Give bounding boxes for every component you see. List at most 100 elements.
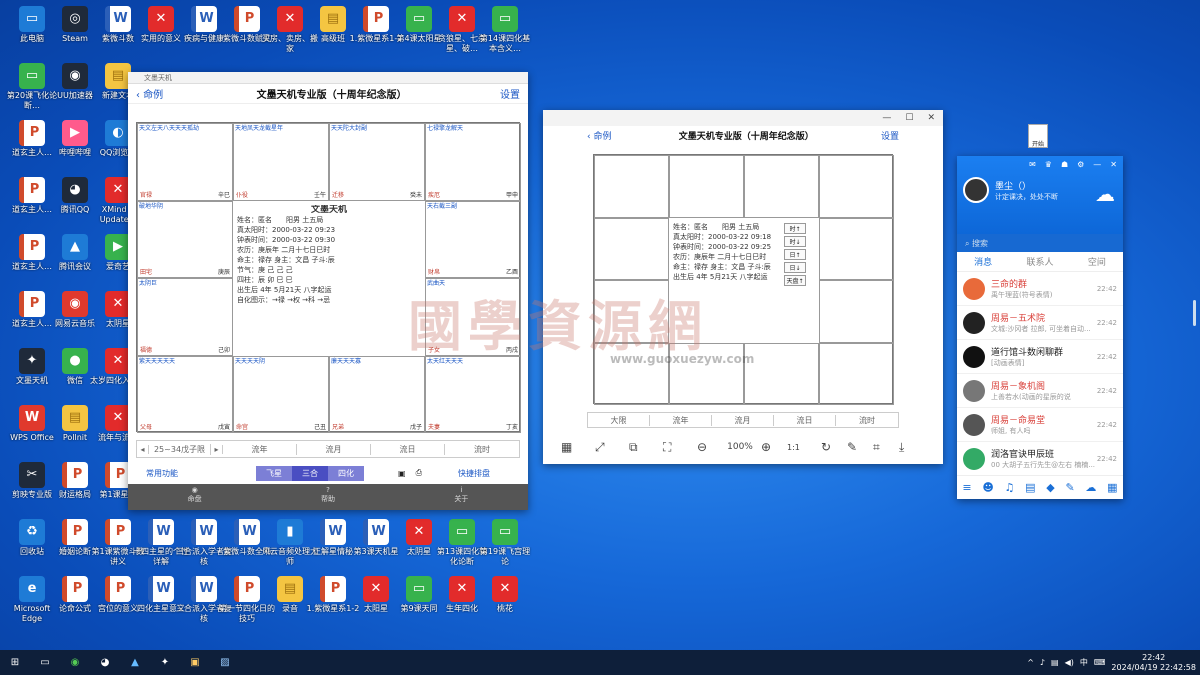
quick-chart-button[interactable]: 快捷排盘	[458, 468, 490, 479]
win2-chart-grid[interactable]: 姓名：匿名 阳男 土五局 真太阳时：2000-03-22 09:18 钟表时间：20…	[593, 154, 894, 405]
taskview-icon[interactable]: ▭	[34, 654, 56, 672]
palace-cell[interactable]	[819, 342, 894, 405]
windows-start-icon[interactable]: ⊞	[4, 654, 26, 672]
tab-sihua[interactable]: 四化	[328, 465, 364, 481]
settings-button[interactable]: 设置	[500, 86, 520, 101]
tab-messages[interactable]: 消息	[974, 255, 992, 268]
avatar[interactable]	[963, 177, 989, 203]
nav-help[interactable]: ? 帮助	[321, 484, 335, 510]
game-icon[interactable]: ◆	[1046, 481, 1054, 494]
palace-cell[interactable]	[819, 280, 894, 343]
photos-taskbar-icon[interactable]: ▣	[184, 654, 206, 672]
win2-back-button[interactable]: ‹ 命例	[587, 129, 611, 142]
back-button[interactable]: ‹ 命例	[136, 86, 163, 101]
time-adjust-button[interactable]: 时↓	[784, 236, 806, 247]
mini-start-button[interactable]: 开始	[1028, 124, 1048, 148]
chat-list-item[interactable]: 道行馆斗数闲聊群 [动画表情] 22:42	[957, 340, 1123, 374]
weather-icon[interactable]: ☁	[1095, 182, 1115, 206]
desktop-icon[interactable]: ✕ 桃花	[477, 576, 533, 614]
scroll-handle[interactable]	[1193, 300, 1196, 326]
save-icon[interactable]: ▣	[398, 469, 406, 478]
rotate-icon[interactable]: ↻	[821, 440, 847, 454]
shirt-icon[interactable]: ☗	[1061, 160, 1068, 169]
qq-close-icon[interactable]: ✕	[1110, 160, 1117, 169]
qq-taskbar-icon[interactable]: ◕	[94, 654, 116, 672]
desktop-icon[interactable]: ▭ 第19课飞宫理论	[477, 519, 533, 567]
palace-cell[interactable]	[669, 155, 744, 218]
tb-hour[interactable]: 流时	[445, 444, 519, 455]
browser-icon[interactable]: ◉	[64, 654, 86, 672]
palace-cell[interactable]: 七禄擎龙解天 疾厄 甲申	[425, 123, 521, 201]
tab-sanhe[interactable]: 三合	[292, 465, 328, 481]
win2-tb-2[interactable]: 流月	[712, 414, 774, 426]
prev-button[interactable]: ◂	[137, 444, 149, 454]
meeting-taskbar-icon[interactable]: ▲	[124, 654, 146, 672]
palace-cell[interactable]: 天文左天八天天天孤劫 官禄 辛巳	[137, 123, 233, 201]
mic-icon[interactable]: ♪	[1040, 658, 1045, 667]
win2-tb-0[interactable]: 大限	[588, 414, 650, 426]
palace-cell[interactable]	[594, 217, 669, 280]
fullscreen-icon[interactable]: ⛶	[663, 440, 697, 455]
palace-cell[interactable]: 天右截三副 财帛 乙酉	[425, 200, 521, 278]
tb-day[interactable]: 流日	[371, 443, 445, 455]
chart-grid[interactable]: 天文左天八天天天孤劫 官禄 辛巳 天地凤天龙截星年 仆役 壬午 天天陀大封副 迁移 癸未 七禄擎龙…	[136, 122, 521, 433]
keyboard-icon[interactable]: ⌨	[1094, 658, 1106, 667]
win2-tb-3[interactable]: 流日	[774, 414, 836, 426]
tb-year[interactable]: 流年	[223, 443, 297, 455]
download-icon[interactable]: ⤓	[899, 440, 921, 455]
tab-contacts[interactable]: 联系人	[1026, 255, 1053, 268]
next-button[interactable]: ▸	[211, 444, 223, 454]
win2-titlebar[interactable]: — ☐ ✕	[543, 110, 943, 126]
time-adjust-button[interactable]: 天盘↑	[784, 275, 806, 286]
palace-cell[interactable]	[744, 342, 819, 405]
qq-minimize-icon[interactable]: —	[1093, 160, 1101, 169]
qq-search-bar[interactable]: ⌕ 搜索	[957, 234, 1123, 252]
zoom-out-icon[interactable]: ⊖	[697, 440, 719, 454]
file-icon[interactable]: ▤	[1025, 481, 1035, 494]
desktop-icon[interactable]: ▭ 第14课四化基本含义…	[477, 6, 533, 54]
edit-icon[interactable]: ✎	[847, 440, 873, 454]
palace-cell[interactable]: 天天陀大封副 迁移 癸未	[329, 123, 425, 201]
print-icon[interactable]: ⎙	[416, 468, 422, 478]
palace-cell[interactable]	[744, 155, 819, 218]
palace-cell[interactable]: 廉天天天寡 兄弟 戊子	[329, 355, 425, 433]
chat-list-item[interactable]: 周易－命易堂 师姐, 有人吗 22:42	[957, 408, 1123, 442]
chat-list-item[interactable]: 三命的群 禹午理蓝(符号表情) 22:42	[957, 272, 1123, 306]
network-icon[interactable]: ▤	[1051, 658, 1059, 667]
tray-chevron-icon[interactable]: ^	[1027, 658, 1034, 667]
fit-icon[interactable]: ⤢	[595, 440, 629, 455]
time-adjust-button[interactable]: 时↑	[784, 223, 806, 234]
win2-settings-button[interactable]: 设置	[881, 129, 899, 142]
nav-chart[interactable]: ◉ 命盘	[188, 484, 202, 510]
palace-cell[interactable]: 太阴巨 福德 己卯	[137, 278, 233, 356]
cloud-icon[interactable]: ☁	[1085, 481, 1096, 494]
close-icon[interactable]: ✕	[927, 113, 935, 123]
tab-zone[interactable]: 空间	[1088, 255, 1106, 268]
app-taskbar-icon[interactable]: ✦	[154, 654, 176, 672]
palace-cell[interactable]	[819, 155, 894, 218]
qq-signature[interactable]: 计定课决，处处不断	[995, 192, 1058, 202]
palace-cell[interactable]	[819, 217, 894, 280]
ime-indicator[interactable]: 中	[1080, 657, 1088, 668]
contacts-icon[interactable]: ☻	[982, 481, 993, 494]
qq-panel[interactable]: ✉ ♛ ☗ ⚙ — ✕ 墨尘（） 计定课决，处处不断 ☁ ⌕ 搜索 消息 联系人 空间 三…	[957, 156, 1123, 499]
clock[interactable]: 22:42 2024/04/19 22:42:58	[1111, 653, 1196, 673]
menu-icon[interactable]: ≡	[962, 481, 971, 494]
image-taskbar-icon[interactable]: ▨	[214, 654, 236, 672]
win2-tb-4[interactable]: 流时	[836, 415, 898, 426]
palace-cell[interactable]: 天地凤天龙截星年 仆役 壬午	[233, 123, 329, 201]
tb-month[interactable]: 流月	[297, 443, 371, 455]
palace-cell[interactable]: 破地华阴 田宅 庚辰	[137, 200, 233, 278]
win2-tb-1[interactable]: 流年	[650, 414, 712, 426]
actual-size-icon[interactable]: 1:1	[787, 443, 821, 452]
time-adjust-button[interactable]: 日↑	[784, 249, 806, 260]
doc-icon[interactable]: ✎	[1065, 481, 1074, 494]
time-adjust-button[interactable]: 日↓	[784, 262, 806, 273]
maximize-icon[interactable]: ☐	[905, 113, 913, 123]
range-select[interactable]: 25~34戊子限	[149, 443, 211, 455]
chat-list-item[interactable]: 周易－五术院 文城:沙冈者 拉郎, 可坐着自动... 22:42	[957, 306, 1123, 340]
compare-icon[interactable]: ⧉	[629, 440, 663, 455]
tab-flying-star[interactable]: 飞星	[256, 465, 292, 481]
music-icon[interactable]: ♫	[1005, 481, 1015, 494]
palace-cell[interactable]	[594, 155, 669, 218]
